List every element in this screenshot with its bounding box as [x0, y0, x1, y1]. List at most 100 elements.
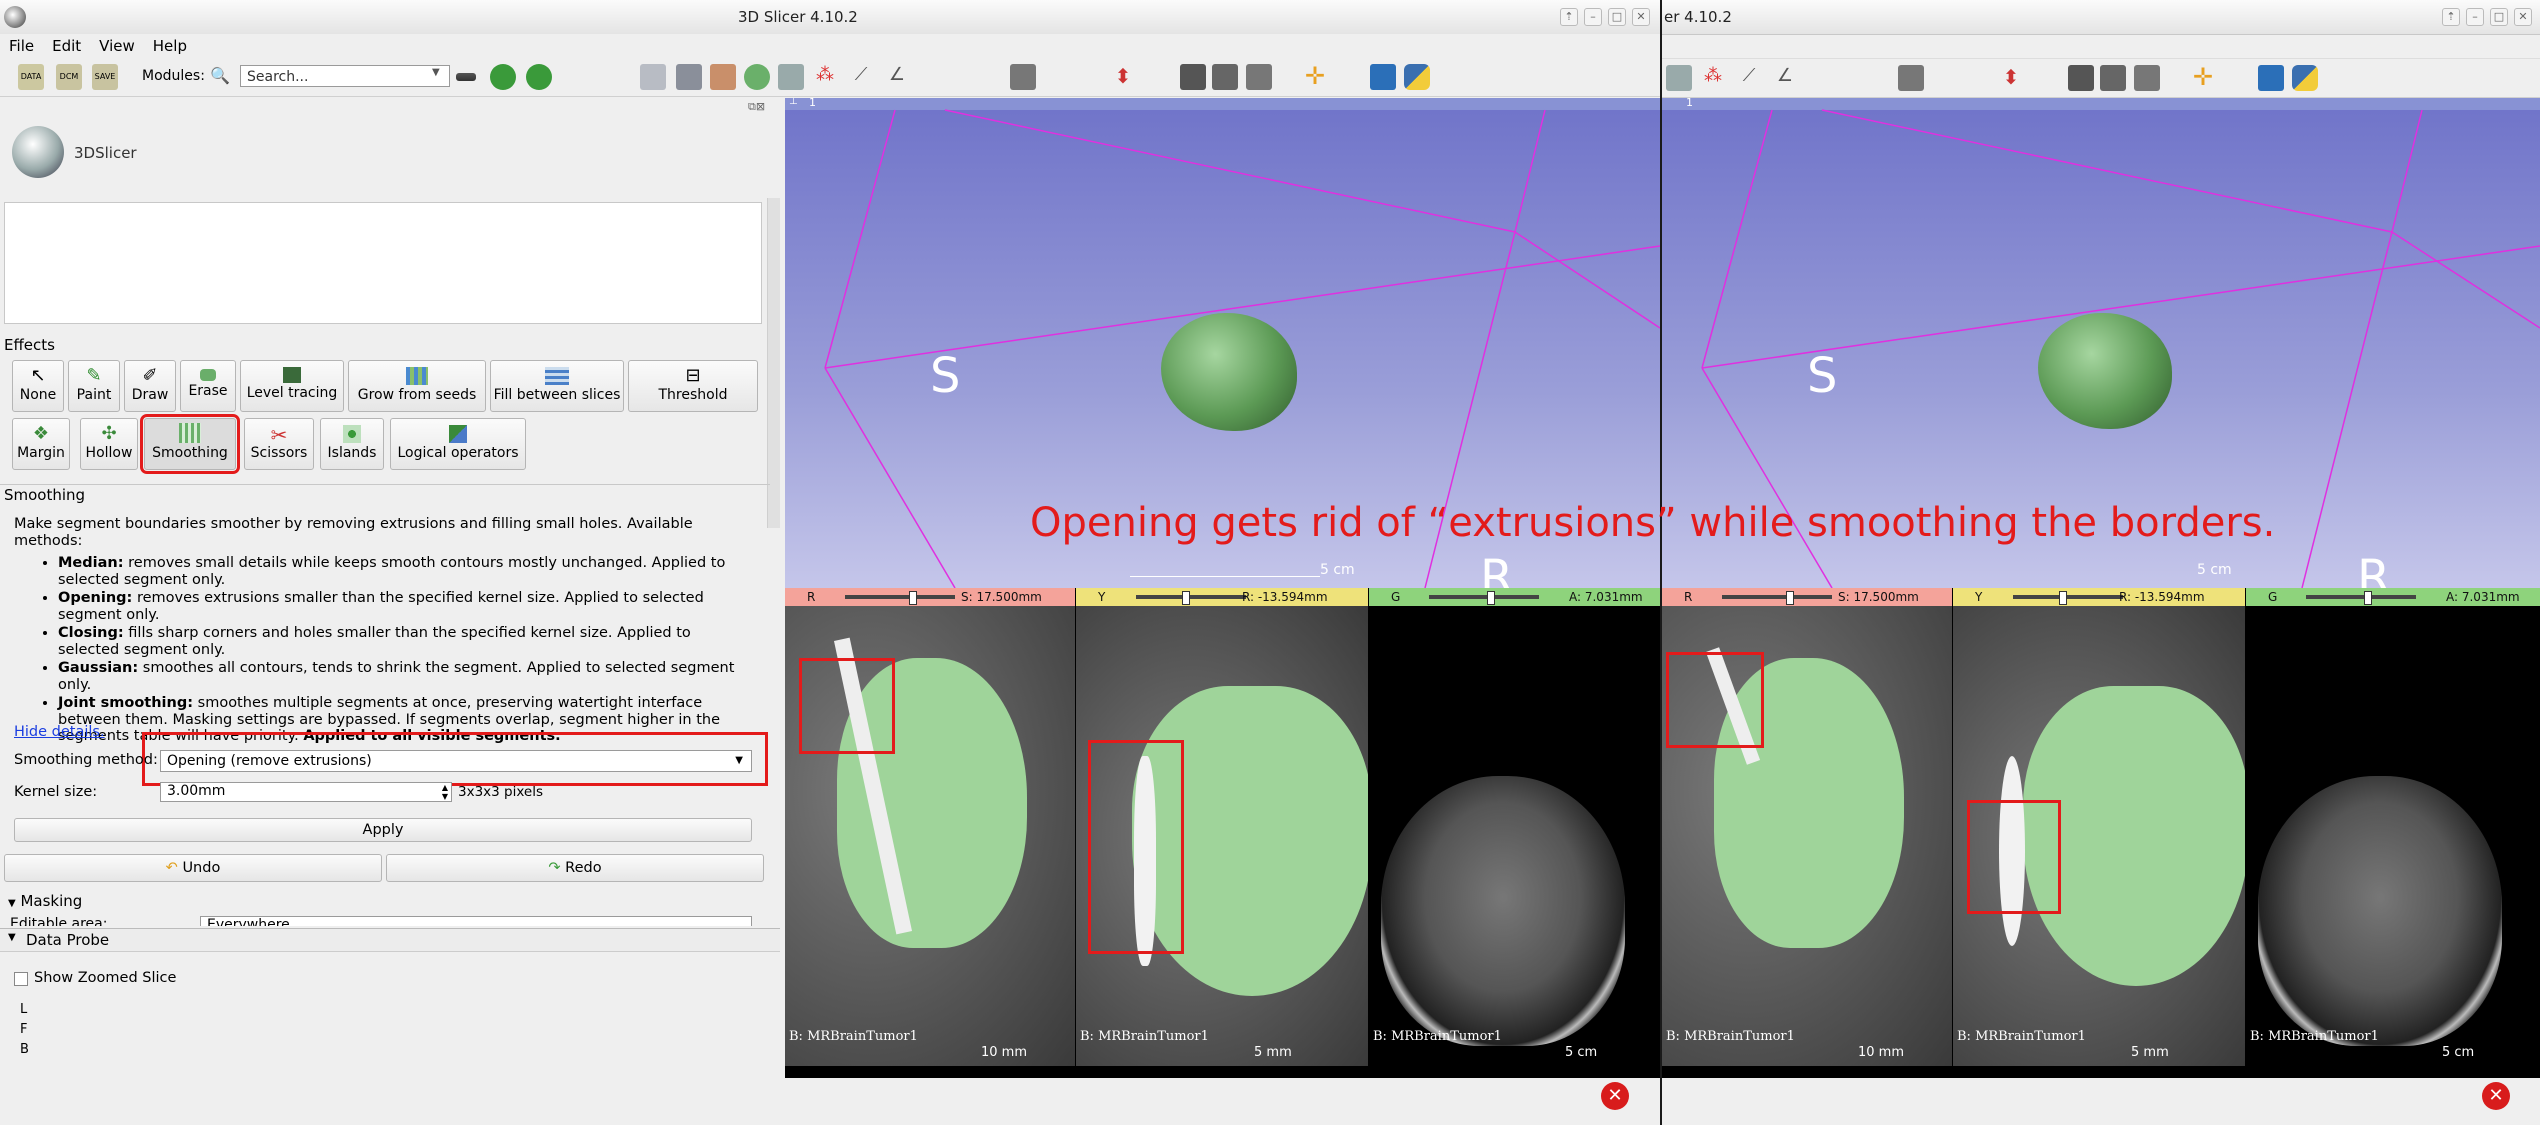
slider-handle[interactable] [909, 591, 917, 605]
effect-erase-button[interactable]: Erase [180, 360, 236, 412]
angle-icon[interactable]: ∠ [1772, 65, 1798, 91]
minimize-button[interactable]: – [2466, 8, 2484, 26]
markups-icon[interactable]: ⁂ [812, 64, 838, 90]
volumes-module-icon[interactable] [676, 64, 702, 90]
transforms-icon[interactable] [1666, 65, 1692, 91]
screenshot-icon[interactable] [1180, 64, 1206, 90]
scene-restore-icon[interactable] [2134, 65, 2160, 91]
red-slice-controller[interactable]: R S: 17.500mm [785, 588, 1075, 606]
extensions-icon[interactable] [2258, 65, 2284, 91]
green-slice-view[interactable]: B: MRBrainTumor1 5 cm [2246, 606, 2540, 1066]
green-slice-view[interactable]: B: MRBrainTumor1 5 cm [1369, 606, 1660, 1066]
data-module-icon[interactable] [640, 64, 666, 90]
menu-file[interactable]: File [0, 34, 43, 58]
models-module-icon[interactable] [710, 64, 736, 90]
search-dropdown-icon[interactable]: ▼ [432, 67, 440, 78]
apply-button[interactable]: Apply [14, 818, 752, 842]
effect-threshold-button[interactable]: ⊟ Threshold [628, 360, 758, 412]
hide-details-link[interactable]: Hide details. [14, 724, 105, 740]
slice-offset-slider[interactable] [1429, 595, 1539, 599]
effect-draw-button[interactable]: ✐ Draw [124, 360, 176, 412]
editable-area-select[interactable]: Everywhere [200, 916, 752, 926]
yellow-slice-view[interactable]: B: MRBrainTumor1 5 mm [1953, 606, 2245, 1066]
effect-none-button[interactable]: ↖ None [12, 360, 64, 412]
slice-offset-slider[interactable] [2013, 595, 2123, 599]
undo-button[interactable]: ↶ Undo [4, 854, 382, 882]
scene-view-icon[interactable] [2100, 65, 2126, 91]
yellow-slice-controller[interactable]: Y R: -13.594mm [1953, 588, 2245, 606]
dicom-icon[interactable]: DCM [56, 64, 82, 90]
shade-button[interactable]: ⇡ [1560, 8, 1578, 26]
effect-fill-between-slices-button[interactable]: Fill between slices [490, 360, 624, 412]
slider-handle[interactable] [2364, 591, 2372, 605]
scene-restore-icon[interactable] [1246, 64, 1272, 90]
effect-margin-button[interactable]: ❖ Margin [12, 418, 70, 470]
panel-scrollbar[interactable] [767, 198, 780, 528]
minimize-button[interactable]: – [1584, 8, 1602, 26]
screenshot-icon[interactable] [2068, 65, 2094, 91]
show-zoomed-checkbox[interactable] [14, 972, 28, 986]
effect-hollow-button[interactable]: ✣ Hollow [80, 418, 138, 470]
yellow-slice-controller[interactable]: Y R: -13.594mm [1076, 588, 1368, 606]
transforms-icon[interactable] [778, 64, 804, 90]
slice-offset-slider[interactable] [845, 595, 955, 599]
green-slice-controller[interactable]: G A: 7.031mm [1369, 588, 1660, 606]
crosshair-icon[interactable]: ✛ [2190, 65, 2216, 91]
python-icon[interactable] [1404, 64, 1430, 90]
slider-handle[interactable] [2059, 591, 2067, 605]
shade-button[interactable]: ⇡ [2442, 8, 2460, 26]
data-load-icon[interactable]: DATA [18, 64, 44, 90]
back-arrow-icon[interactable] [490, 64, 516, 90]
extensions-icon[interactable] [1370, 64, 1396, 90]
maximize-button[interactable]: □ [1608, 8, 1626, 26]
red-slice-controller[interactable]: R S: 17.500mm [1662, 588, 1952, 606]
mouse-mode-icon[interactable]: ⬍ [1998, 65, 2024, 91]
slice-offset-slider[interactable] [1136, 595, 1246, 599]
ruler-icon[interactable]: ⟋ [848, 64, 874, 90]
save-icon[interactable]: SAVE [92, 64, 118, 90]
masking-collapsible[interactable]: ▼ Masking [8, 892, 82, 910]
effect-grow-from-seeds-button[interactable]: Grow from seeds [348, 360, 486, 412]
window-titlebar[interactable]: er 4.10.2 ⇡ – □ ✕ [1662, 0, 2540, 35]
module-list-icon[interactable] [456, 73, 476, 81]
slice-offset-slider[interactable] [1722, 595, 1832, 599]
yellow-slice-view[interactable]: B: MRBrainTumor1 5 mm [1076, 606, 1368, 1066]
effect-scissors-button[interactable]: ✂ Scissors [244, 418, 314, 470]
python-icon[interactable] [2292, 65, 2318, 91]
menu-edit[interactable]: Edit [43, 34, 90, 58]
redo-button[interactable]: ↷ Redo [386, 854, 764, 882]
error-log-icon[interactable]: ✕ [1601, 1082, 1629, 1110]
forward-arrow-icon[interactable] [526, 64, 552, 90]
maximize-button[interactable]: □ [2490, 8, 2508, 26]
menu-help[interactable]: Help [144, 34, 196, 58]
slider-handle[interactable] [1182, 591, 1190, 605]
data-probe-header[interactable]: ▼ Data Probe [0, 928, 780, 952]
module-search-input[interactable]: Search... [240, 65, 450, 87]
green-slice-controller[interactable]: G A: 7.031mm [2246, 588, 2540, 606]
spin-arrows-icon[interactable]: ▲ ▼ [442, 783, 448, 801]
smoothing-method-select[interactable]: Opening (remove extrusions) ▼ [160, 750, 752, 772]
slider-handle[interactable] [1786, 591, 1794, 605]
crosshair-icon[interactable]: ✛ [1302, 64, 1328, 90]
slider-handle[interactable] [1487, 591, 1495, 605]
segment-editor-icon[interactable] [744, 64, 770, 90]
red-slice-view[interactable]: B: MRBrainTumor1 10 mm [1662, 606, 1952, 1066]
segment-table-area[interactable] [4, 202, 762, 324]
panel-undock-icons[interactable]: ⧉⊠ [748, 100, 765, 114]
effect-level-tracing-button[interactable]: Level tracing [240, 360, 344, 412]
layout-icon[interactable] [1010, 64, 1036, 90]
layout-icon[interactable] [1898, 65, 1924, 91]
window-titlebar[interactable]: 3D Slicer 4.10.2 ⇡ – □ ✕ [0, 0, 1660, 35]
red-slice-view[interactable]: B: MRBrainTumor1 10 mm [785, 606, 1075, 1066]
ruler-icon[interactable]: ⟋ [1736, 65, 1762, 91]
menu-view[interactable]: View [90, 34, 144, 58]
close-window-button[interactable]: ✕ [1632, 8, 1650, 26]
effect-islands-button[interactable]: Islands [320, 418, 384, 470]
mouse-mode-icon[interactable]: ⬍ [1110, 64, 1136, 90]
close-window-button[interactable]: ✕ [2514, 8, 2532, 26]
scene-view-icon[interactable] [1212, 64, 1238, 90]
effect-smoothing-button[interactable]: Smoothing [140, 414, 240, 474]
effect-logical-operators-button[interactable]: Logical operators [390, 418, 526, 470]
markups-icon[interactable]: ⁂ [1700, 65, 1726, 91]
kernel-size-spinbox[interactable]: 3.00mm ▲ ▼ [160, 782, 452, 802]
